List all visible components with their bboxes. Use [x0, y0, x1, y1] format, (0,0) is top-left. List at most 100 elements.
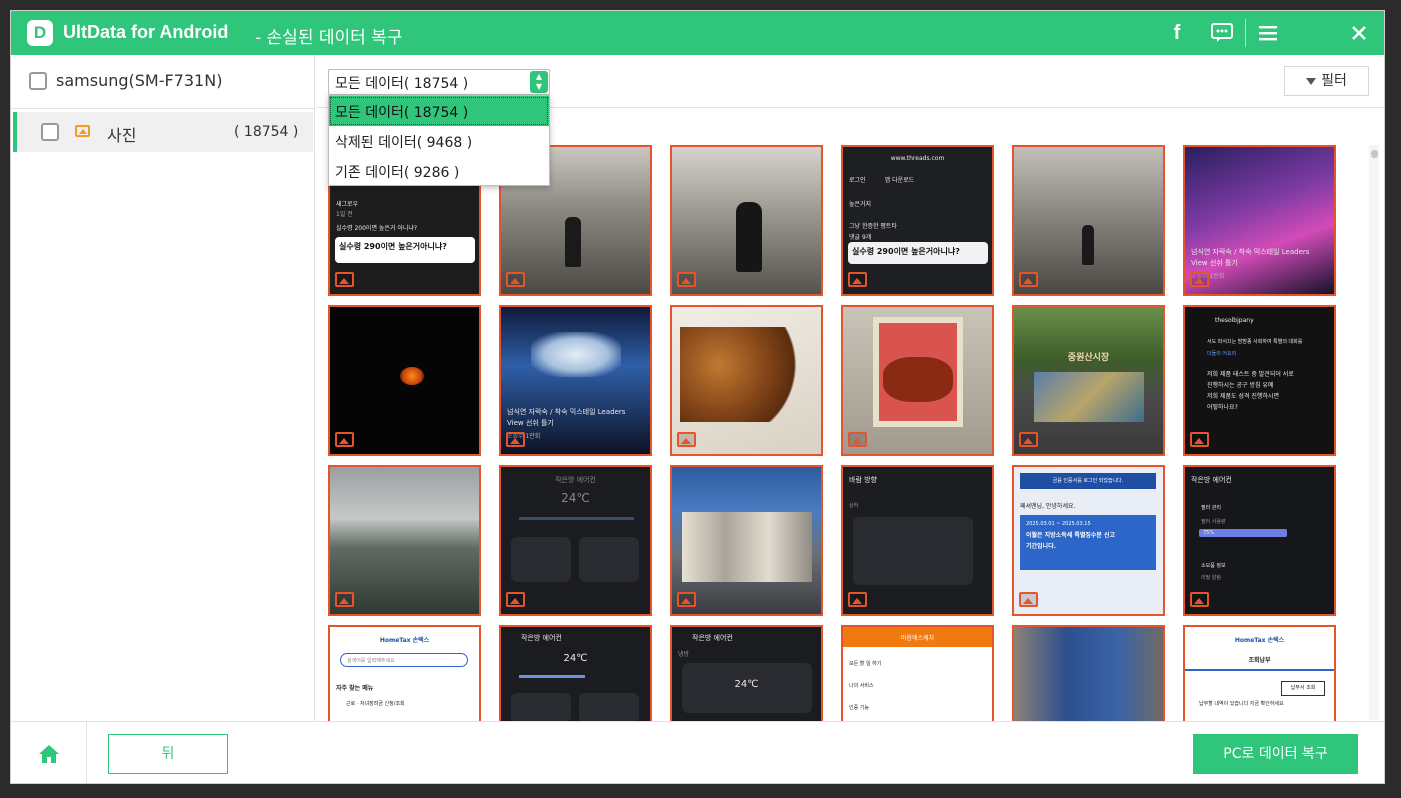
image-type-icon: [335, 272, 354, 287]
photo-thumbnail[interactable]: www.threads.com 로그인 앱 다운로드 높은거지 그냥 한증한 평…: [841, 145, 994, 296]
thumb-text: 중원산시장: [1067, 353, 1110, 363]
facebook-icon[interactable]: f: [1163, 19, 1191, 47]
recover-to-pc-button[interactable]: PC로 데이터 복구: [1193, 734, 1358, 774]
titlebar-separator: [1245, 19, 1246, 47]
direction-panel: [853, 517, 973, 585]
thumb-text: 리필 알림: [1201, 575, 1221, 581]
select-arrows-icon[interactable]: ▲ ▼: [530, 71, 548, 93]
person-silhouette: [736, 202, 762, 272]
thumb-text: 작은방 에어컨: [521, 634, 562, 642]
photo-thumbnail[interactable]: 작은방 에어컨 24℃: [499, 625, 652, 721]
photo-thumbnail[interactable]: [328, 465, 481, 616]
thumb-text: 작은방 에어컨: [692, 634, 733, 642]
photo-thumbnail[interactable]: [670, 305, 823, 456]
thumb-banner: 금융 인증서를 로그인 되었습니다.: [1020, 473, 1156, 489]
smoke-shape: [531, 332, 621, 377]
photo-thumbnail[interactable]: 중원산시장: [1012, 305, 1165, 456]
thumb-text: 24℃: [734, 679, 759, 690]
thumb-card: 2025.03.01 ~ 2025.03.15 이월은 지방소득세 특별징수분 …: [1020, 515, 1156, 570]
thumb-banner: 마음에스케치: [843, 627, 992, 647]
thumb-text: 근로 · 자녀장려금 신청/조회: [346, 701, 405, 707]
photo-thumbnail[interactable]: HomeTax 손택스 검색어를 입력해주세요 자주 찾는 메뉴 근로 · 자녀…: [328, 625, 481, 721]
image-type-icon: [848, 592, 867, 607]
person-silhouette: [565, 217, 581, 267]
sidebar: samsung(SM-F731N) 사진 ( 18754 ): [11, 55, 315, 721]
photo-icon: [75, 125, 90, 137]
menu-icon[interactable]: [1254, 19, 1282, 47]
thumb-card: 실수령 290이면 높은거아니냐?: [335, 237, 475, 263]
thumb-text: www.threads.com: [890, 155, 945, 162]
slider-fill: [519, 675, 585, 678]
footer-bar: 뒤 PC로 데이터 복구: [11, 721, 1384, 783]
thumb-text: 24℃: [561, 491, 590, 505]
photo-thumbnail[interactable]: 작은방 에어컨 필터 관리 필터 사용량 75% 소모품 정보 리필 알림: [1183, 465, 1336, 616]
main-content: 모든 데이터( 18754 ) ▲ ▼ 필터 모든 데이터( 18754 ) 삭제…: [316, 55, 1384, 721]
photo-thumbnail[interactable]: 마음에스케치 모든 할 일 하기 나의 서비스 인증 기능: [841, 625, 994, 721]
photo-thumbnail[interactable]: 작은방 에어컨 냉방 24℃: [670, 625, 823, 721]
thumb-caption: 넘식연 자락숙 / 착숙 믹스테일 Leaders View 선쉬 틀기: [1191, 248, 1310, 267]
image-type-icon: [335, 592, 354, 607]
person-silhouette: [1082, 225, 1094, 265]
thumb-text: HomeTax 손택스: [379, 637, 430, 644]
image-type-icon: [506, 592, 525, 607]
thumb-text: 로그인 앱 다운로드: [843, 175, 992, 186]
image-type-icon: [1019, 592, 1038, 607]
thumb-text: 2025.03.01 ~ 2025.03.15: [1026, 521, 1091, 527]
photo-thumbnail[interactable]: 넘식연 자락숙 / 착숙 믹스테일 Leaders View 선쉬 틀기 조회수…: [1183, 145, 1336, 296]
data-type-dropdown: 모든 데이터( 18754 ) 삭제된 데이터( 9468 ) 기존 데이터( …: [328, 95, 550, 186]
dropdown-option-all[interactable]: 모든 데이터( 18754 ): [329, 96, 549, 126]
home-button[interactable]: [11, 722, 87, 783]
photo-thumbnail[interactable]: 바람 방향 상하: [841, 465, 994, 616]
thumb-text: 1일 전: [336, 211, 353, 218]
app-logo-icon: D: [27, 20, 53, 46]
dropdown-option-existing[interactable]: 기존 데이터( 9286 ): [329, 156, 549, 186]
dropdown-option-deleted[interactable]: 삭제된 데이터( 9468 ): [329, 126, 549, 156]
sidebar-item-label: 사진: [107, 126, 137, 145]
control-tile: [511, 537, 571, 582]
thumb-text: 상하: [849, 503, 859, 509]
photo-thumbnail[interactable]: [670, 145, 823, 296]
photo-thumbnail[interactable]: thesolbjpany 서도 파서끄는 밤밤종 사회하여 특별의 대회를 더들…: [1183, 305, 1336, 456]
device-row[interactable]: samsung(SM-F731N): [11, 55, 315, 109]
image-type-icon: [506, 272, 525, 287]
data-type-select[interactable]: 모든 데이터( 18754 ) ▲ ▼: [328, 69, 550, 95]
image-type-icon: [1190, 592, 1209, 607]
thumb-text: 작은방 에어컨: [555, 476, 596, 484]
vertical-scrollbar[interactable]: [1369, 145, 1379, 720]
building-shape: [682, 512, 812, 582]
thumb-card: 실수령 290이면 높은거아니냐?: [848, 242, 988, 264]
close-icon[interactable]: [1345, 19, 1373, 47]
thumb-tab: 앱 다운로드: [884, 177, 915, 184]
device-checkbox[interactable]: [29, 72, 47, 90]
filter-button[interactable]: 필터: [1284, 66, 1369, 96]
photo-thumbnail[interactable]: [328, 305, 481, 456]
image-type-icon: [848, 272, 867, 287]
photo-thumbnail[interactable]: [841, 305, 994, 456]
photo-thumbnail[interactable]: 금융 인증서를 로그인 되었습니다. 페셔맨님, 안녕하세요. 2025.03.…: [1012, 465, 1165, 616]
photo-thumbnail[interactable]: 넘식연 자락숙 / 착숙 믹스테일 Leaders View 선쉬 틀기 조회수…: [499, 305, 652, 456]
thumb-text: 납부할 내역이 있습니다 지금 확인하세요: [1199, 701, 1284, 707]
device-label: samsung(SM-F731N): [56, 71, 223, 90]
feedback-icon[interactable]: [1208, 19, 1236, 47]
food-shape: [883, 357, 953, 402]
food-shape: [680, 327, 810, 422]
sidebar-item-photos[interactable]: 사진 ( 18754 ): [13, 112, 313, 152]
thumb-text: 인증 기능: [849, 705, 869, 711]
thumb-text: 실수령 200이면 높은거 아니냐?: [336, 225, 418, 232]
photo-thumbnail[interactable]: [1012, 625, 1165, 721]
image-type-icon: [677, 432, 696, 447]
sidebar-item-count: ( 18754 ): [234, 124, 299, 140]
thumb-text: 24℃: [563, 653, 588, 664]
photos-checkbox[interactable]: [41, 123, 59, 141]
photo-thumbnail[interactable]: [1012, 145, 1165, 296]
thumb-text: 필터 사용량: [1201, 519, 1226, 525]
photo-thumbnail[interactable]: 작은방 에어컨 24℃: [499, 465, 652, 616]
photo-thumbnail[interactable]: HomeTax 손택스 조회납부 납부서 조회 납부할 내역이 있습니다 지금 …: [1183, 625, 1336, 721]
scrollbar-thumb[interactable]: [1371, 150, 1378, 158]
thumb-caption: 넘식연 자락숙 / 착숙 믹스테일 Leaders View 선쉬 틀기: [507, 408, 626, 427]
thumb-text: 저희 제품도 성격 진행하시면: [1207, 393, 1279, 400]
photo-thumbnail[interactable]: [670, 465, 823, 616]
app-subtitle: - 손실된 데이터 복구: [255, 28, 403, 48]
back-button[interactable]: 뒤: [108, 734, 228, 774]
image-type-icon: [1019, 432, 1038, 447]
